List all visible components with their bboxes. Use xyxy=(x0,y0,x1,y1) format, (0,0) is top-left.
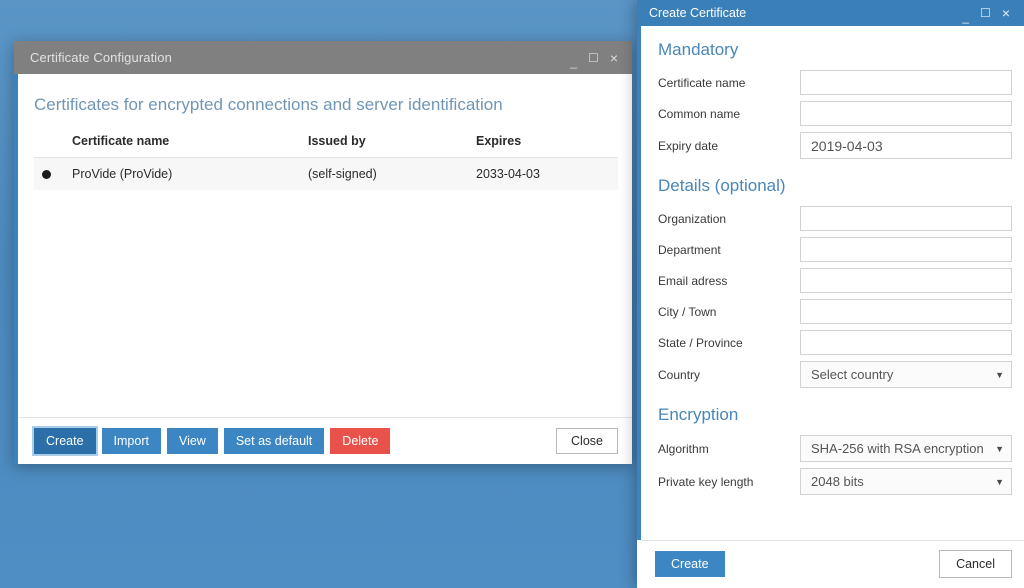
row-default-indicator xyxy=(34,157,72,190)
certificate-configuration-footer: Create Import View Set as default Delete… xyxy=(18,416,632,464)
control-state-province xyxy=(800,330,1012,355)
control-algorithm: SHA-256 with RSA encryption ▼ xyxy=(800,435,1012,462)
view-button[interactable]: View xyxy=(166,427,218,454)
maximize-icon[interactable]: ☐ xyxy=(588,52,599,64)
set-as-default-button[interactable]: Set as default xyxy=(223,427,325,454)
algorithm-select[interactable]: SHA-256 with RSA encryption ▼ xyxy=(800,435,1012,462)
section-title-mandatory: Mandatory xyxy=(658,40,739,59)
minimize-icon[interactable]: _ xyxy=(962,11,969,23)
label-country: Country xyxy=(658,367,701,382)
email-address-input[interactable] xyxy=(800,268,1012,293)
chevron-down-icon: ▼ xyxy=(995,369,1004,380)
label-algorithm: Algorithm xyxy=(658,441,709,456)
page-title: Certificates for encrypted connections a… xyxy=(34,95,503,114)
cell-certificate-name: ProVide (ProVide) xyxy=(72,157,308,190)
section-title-encryption: Encryption xyxy=(658,405,739,424)
control-city-town xyxy=(800,299,1012,324)
table-header-row: Certificate name Issued by Expires xyxy=(34,134,618,158)
field-row-private-key-length: Private key length 2048 bits ▼ xyxy=(655,468,1012,495)
certificate-configuration-window: Certificate Configuration _ ☐ × Certific… xyxy=(14,41,632,464)
column-header-certificate-name: Certificate name xyxy=(72,134,308,158)
label-expiry-date: Expiry date xyxy=(658,138,719,153)
create-certificate-footer: Create Cancel xyxy=(641,539,1024,588)
column-header-icon xyxy=(34,134,72,158)
window-controls: _ ☐ × xyxy=(962,6,1016,23)
control-department xyxy=(800,237,1012,262)
label-certificate-name: Certificate name xyxy=(658,75,746,90)
label-state-province: State / Province xyxy=(658,335,743,350)
field-row-common-name: Common name xyxy=(655,101,1012,126)
control-certificate-name xyxy=(800,70,1012,95)
create-certificate-title: Create Certificate xyxy=(649,6,747,20)
chevron-down-icon: ▼ xyxy=(995,476,1004,487)
common-name-input[interactable] xyxy=(800,101,1012,126)
maximize-icon[interactable]: ☐ xyxy=(980,7,991,19)
field-row-city-town: City / Town xyxy=(655,299,1012,324)
close-icon[interactable]: × xyxy=(610,51,618,65)
minimize-icon[interactable]: _ xyxy=(570,56,577,68)
control-country: Select country ▼ xyxy=(800,361,1012,388)
label-city-town: City / Town xyxy=(658,304,717,319)
delete-button[interactable]: Delete xyxy=(330,427,391,454)
field-row-algorithm: Algorithm SHA-256 with RSA encryption ▼ xyxy=(655,435,1012,462)
default-certificate-dot-icon xyxy=(42,170,51,180)
certificate-name-input[interactable] xyxy=(800,70,1012,95)
cancel-button[interactable]: Cancel xyxy=(939,549,1012,578)
label-department: Department xyxy=(658,242,721,257)
chevron-down-icon: ▼ xyxy=(995,443,1004,454)
label-email-address: Email adress xyxy=(658,273,728,288)
label-common-name: Common name xyxy=(658,106,741,121)
certificate-configuration-body: Certificates for encrypted connections a… xyxy=(14,74,632,464)
field-row-country: Country Select country ▼ xyxy=(655,361,1012,388)
organization-input[interactable] xyxy=(800,206,1012,231)
section-title-details: Details (optional) xyxy=(658,176,786,195)
create-certificate-body: Mandatory Certificate name Common name E… xyxy=(637,26,1024,540)
country-select-value: Select country xyxy=(811,367,894,382)
expiry-date-input[interactable] xyxy=(800,132,1012,159)
control-expiry-date xyxy=(800,132,1012,159)
close-button[interactable]: Close xyxy=(556,427,618,454)
close-icon[interactable]: × xyxy=(1002,6,1010,20)
certificates-table: Certificate name Issued by Expires ProVi… xyxy=(34,134,618,190)
field-row-email-address: Email adress xyxy=(655,268,1012,293)
create-certificate-submit-button[interactable]: Create xyxy=(655,550,725,577)
field-row-organization: Organization xyxy=(655,206,1012,231)
table-row[interactable]: ProVide (ProVide) (self-signed) 2033-04-… xyxy=(34,157,618,190)
table-empty-area xyxy=(18,190,632,417)
control-private-key-length: 2048 bits ▼ xyxy=(800,468,1012,495)
create-certificate-window: Create Certificate _ ☐ × Mandatory Certi… xyxy=(637,0,1024,588)
cell-issued-by: (self-signed) xyxy=(308,157,476,190)
field-row-certificate-name: Certificate name xyxy=(655,70,1012,95)
certificate-configuration-titlebar[interactable]: Certificate Configuration _ ☐ × xyxy=(14,41,632,74)
country-select[interactable]: Select country ▼ xyxy=(800,361,1012,388)
column-header-expires: Expires xyxy=(476,134,618,158)
import-button[interactable]: Import xyxy=(101,427,161,454)
control-email-address xyxy=(800,268,1012,293)
city-town-input[interactable] xyxy=(800,299,1012,324)
field-row-state-province: State / Province xyxy=(655,330,1012,355)
cell-expires: 2033-04-03 xyxy=(476,157,618,190)
field-row-department: Department xyxy=(655,237,1012,262)
create-button[interactable]: Create xyxy=(34,427,96,454)
algorithm-select-value: SHA-256 with RSA encryption xyxy=(811,441,984,456)
label-private-key-length: Private key length xyxy=(658,474,754,489)
private-key-length-select[interactable]: 2048 bits ▼ xyxy=(800,468,1012,495)
column-header-issued-by: Issued by xyxy=(308,134,476,158)
control-organization xyxy=(800,206,1012,231)
field-row-expiry-date: Expiry date xyxy=(655,132,1012,159)
create-certificate-titlebar[interactable]: Create Certificate _ ☐ × xyxy=(637,0,1024,26)
window-controls: _ ☐ × xyxy=(570,51,624,68)
department-input[interactable] xyxy=(800,237,1012,262)
certificate-configuration-title: Certificate Configuration xyxy=(30,50,172,65)
label-organization: Organization xyxy=(658,211,727,226)
private-key-length-select-value: 2048 bits xyxy=(811,474,864,489)
control-common-name xyxy=(800,101,1012,126)
state-province-input[interactable] xyxy=(800,330,1012,355)
